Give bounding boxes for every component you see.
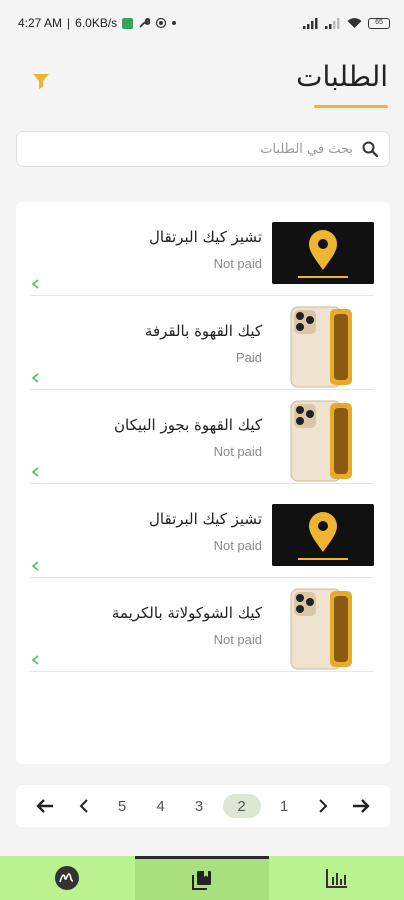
- status-bar: 4:27 AM | 6.0KB/s 65: [0, 0, 404, 46]
- order-item[interactable]: كيك القهوة بالقرفة Paid: [30, 296, 374, 390]
- order-name: تشيز كيك البرتقال: [149, 510, 262, 528]
- page-button-1[interactable]: 1: [269, 794, 299, 818]
- search-icon[interactable]: [361, 140, 379, 158]
- order-status: Not paid: [213, 444, 262, 459]
- order-item[interactable]: تشيز كيك البرتقال Not paid: [30, 484, 374, 578]
- orders-list: تشيز كيك البرتقال Not paid كيك القهوة با…: [16, 202, 390, 764]
- chevron-right-icon: [318, 799, 327, 813]
- location-pin-icon: [272, 504, 374, 566]
- order-thumbnail: [290, 588, 354, 670]
- status-time: 4:27 AM: [18, 16, 63, 30]
- order-name: كيك الشوكولاتة بالكريمة: [111, 604, 262, 622]
- chevron-left-icon[interactable]: [30, 372, 42, 384]
- status-separator: |: [67, 16, 71, 30]
- next-page-button[interactable]: [308, 794, 338, 818]
- search-bar[interactable]: [16, 131, 390, 167]
- order-status: Not paid: [213, 632, 262, 647]
- phone-image-icon: [290, 400, 352, 482]
- status-right: 65: [303, 17, 390, 29]
- logo-icon: [55, 866, 80, 890]
- arrow-left-icon: [36, 799, 53, 813]
- phone-image-icon: [290, 588, 352, 670]
- order-item[interactable]: تشيز كيك البرتقال Not paid: [30, 202, 374, 296]
- status-speed: 6.0KB/s: [75, 16, 118, 30]
- wifi-icon: [347, 17, 362, 28]
- battery-icon: 65: [368, 17, 390, 29]
- nav-item-home[interactable]: [0, 856, 135, 900]
- order-name: كيك القهوة بجوز البيكان: [114, 416, 262, 434]
- page-button-3[interactable]: 3: [184, 794, 214, 818]
- order-name: تشيز كيك البرتقال: [149, 228, 262, 246]
- chevron-left-icon[interactable]: [30, 654, 42, 666]
- order-status: Not paid: [213, 538, 262, 553]
- record-icon: [156, 17, 167, 29]
- page-button-5[interactable]: 5: [107, 794, 137, 818]
- last-page-button[interactable]: [346, 794, 376, 818]
- pagination: 5 4 3 2 1: [16, 785, 390, 827]
- order-item[interactable]: كيك القهوة بجوز البيكان Not paid: [30, 390, 374, 484]
- order-thumbnail: [290, 306, 354, 388]
- nav-item-stats[interactable]: [269, 856, 404, 900]
- order-thumbnail: [272, 222, 374, 284]
- status-left: 4:27 AM | 6.0KB/s: [18, 16, 177, 30]
- page-button-2-active[interactable]: 2: [222, 794, 261, 818]
- location-pin-icon: [272, 222, 374, 284]
- order-name: كيك القهوة بالقرفة: [144, 322, 262, 340]
- chevron-left-icon[interactable]: [30, 560, 42, 572]
- title-underline: [314, 105, 388, 108]
- first-page-button[interactable]: [30, 794, 60, 818]
- phone-image-icon: [290, 306, 352, 388]
- order-status: Paid: [235, 350, 262, 365]
- stats-icon: [325, 869, 347, 888]
- message-notification-icon: [122, 17, 134, 29]
- order-thumbnail: [272, 504, 374, 566]
- order-item[interactable]: كيك الشوكولاتة بالكريمة Not paid: [30, 578, 374, 672]
- more-notifications-icon: [172, 21, 177, 25]
- bottom-navigation: [0, 856, 404, 900]
- signal-icon: [303, 17, 318, 29]
- filter-icon[interactable]: [30, 70, 52, 92]
- page-title: الطلبات: [296, 60, 388, 93]
- page-button-4[interactable]: 4: [146, 794, 176, 818]
- prev-page-button[interactable]: [69, 794, 99, 818]
- signal-2-icon: [325, 17, 340, 29]
- nav-item-orders[interactable]: [134, 856, 270, 900]
- order-status: Not paid: [213, 256, 262, 271]
- chevron-left-icon: [79, 799, 88, 813]
- arrow-right-icon: [353, 799, 370, 813]
- chevron-left-icon[interactable]: [30, 466, 42, 478]
- search-input[interactable]: [27, 141, 353, 157]
- chevron-left-icon[interactable]: [30, 278, 42, 290]
- order-thumbnail: [290, 400, 354, 482]
- wrench-icon: [139, 18, 151, 28]
- orders-icon: [192, 870, 211, 890]
